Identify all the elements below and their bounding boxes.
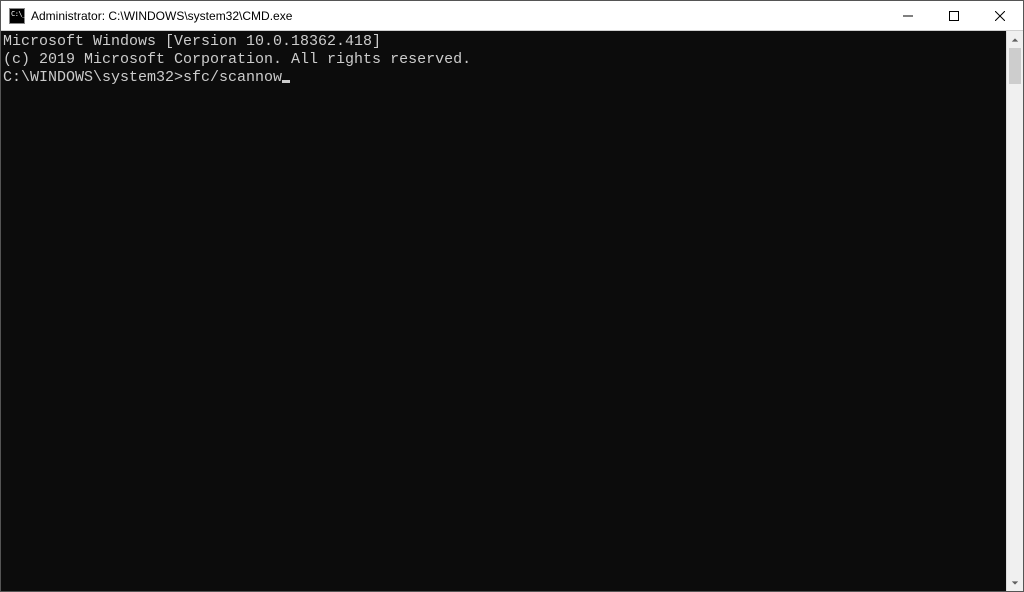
close-button[interactable]	[977, 1, 1023, 30]
maximize-button[interactable]	[931, 1, 977, 30]
scroll-down-button[interactable]	[1007, 574, 1023, 591]
minimize-icon	[903, 11, 913, 21]
client-area: Microsoft Windows [Version 10.0.18362.41…	[1, 31, 1023, 591]
vertical-scrollbar[interactable]	[1006, 31, 1023, 591]
cmd-icon	[9, 8, 25, 24]
chevron-up-icon	[1011, 36, 1019, 44]
output-line: (c) 2019 Microsoft Corporation. All righ…	[3, 51, 1006, 69]
close-icon	[995, 11, 1005, 21]
scroll-track[interactable]	[1007, 48, 1023, 574]
prompt: C:\WINDOWS\system32>	[3, 69, 183, 86]
terminal-output[interactable]: Microsoft Windows [Version 10.0.18362.41…	[1, 31, 1006, 591]
prompt-line: C:\WINDOWS\system32>sfc/scannow	[3, 69, 1006, 87]
cursor	[282, 80, 290, 83]
window-controls	[885, 1, 1023, 30]
titlebar[interactable]: Administrator: C:\WINDOWS\system32\CMD.e…	[1, 1, 1023, 31]
command-input[interactable]: sfc/scannow	[183, 69, 282, 86]
cmd-window: Administrator: C:\WINDOWS\system32\CMD.e…	[0, 0, 1024, 592]
chevron-down-icon	[1011, 579, 1019, 587]
output-line: Microsoft Windows [Version 10.0.18362.41…	[3, 33, 1006, 51]
minimize-button[interactable]	[885, 1, 931, 30]
window-title: Administrator: C:\WINDOWS\system32\CMD.e…	[31, 9, 292, 23]
scroll-thumb[interactable]	[1009, 48, 1021, 84]
scroll-up-button[interactable]	[1007, 31, 1023, 48]
maximize-icon	[949, 11, 959, 21]
